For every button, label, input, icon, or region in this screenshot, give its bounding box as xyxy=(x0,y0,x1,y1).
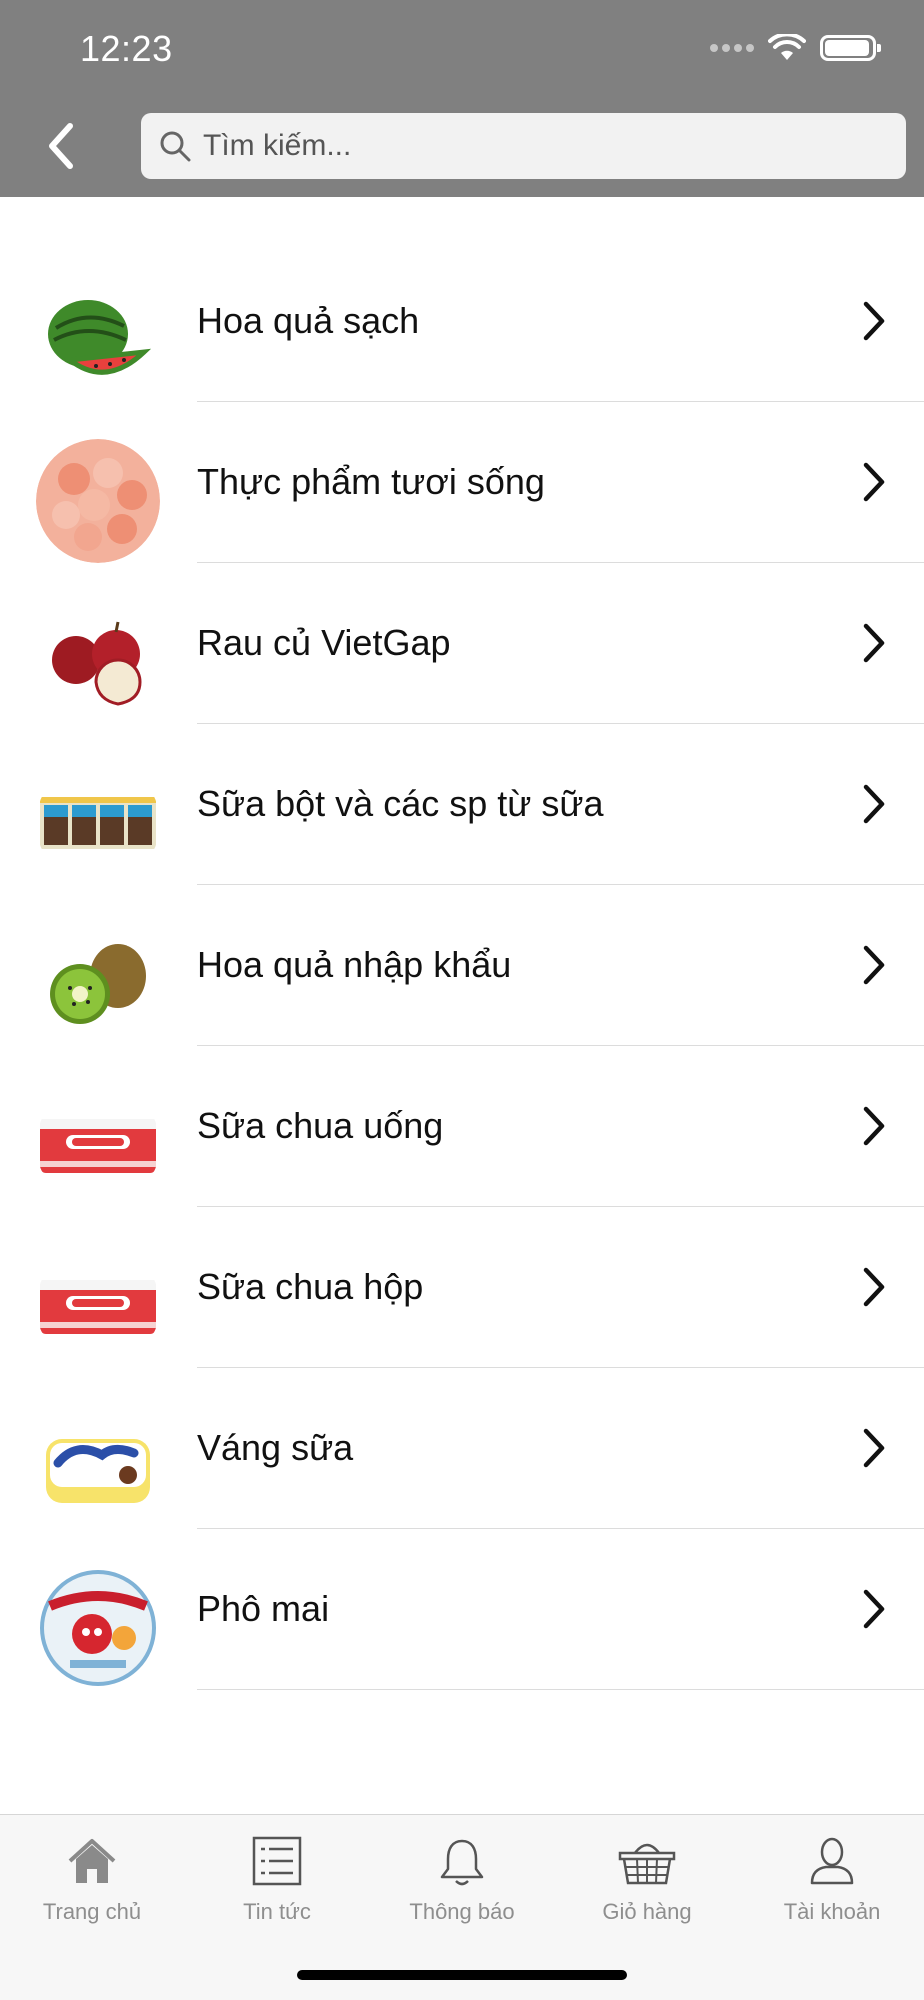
status-icons xyxy=(710,34,881,62)
category-label: Phô mai xyxy=(197,1588,330,1629)
tab-account[interactable]: Tài khoản xyxy=(740,1815,924,1935)
tab-label: Tài khoản xyxy=(783,1899,881,1924)
monte-dessert-image xyxy=(36,1405,160,1529)
chevron-right-icon xyxy=(863,1106,885,1146)
row-divider xyxy=(197,1206,924,1207)
category-row[interactable]: Phô mai xyxy=(0,1546,924,1707)
basket-icon xyxy=(618,1843,676,1885)
row-divider xyxy=(197,1689,924,1690)
row-divider xyxy=(197,723,924,724)
search-input[interactable] xyxy=(203,129,883,163)
status-time: 12:23 xyxy=(80,28,173,69)
row-divider xyxy=(197,1045,924,1046)
tab-label: Trang chủ xyxy=(42,1899,142,1924)
tab-news[interactable]: Tin tức xyxy=(185,1815,369,1935)
laughing-cow-cheese-image xyxy=(36,1566,160,1690)
category-label: Hoa quả sạch xyxy=(197,300,420,341)
row-divider xyxy=(197,1367,924,1368)
chevron-right-icon xyxy=(863,1428,885,1468)
category-row[interactable]: Hoa quả sạch xyxy=(0,258,924,419)
chevron-right-icon xyxy=(863,945,885,985)
betagen-bottles-image xyxy=(36,1244,160,1368)
category-label: Sữa bột và các sp từ sữa xyxy=(197,783,604,824)
category-row[interactable]: Sữa bột và các sp từ sữa xyxy=(0,741,924,902)
betagen-bottles-image xyxy=(36,1083,160,1207)
kiwi-image xyxy=(36,922,160,1046)
home-indicator xyxy=(297,1970,627,1980)
chevron-right-icon xyxy=(863,784,885,824)
category-label: Thực phẩm tươi sống xyxy=(197,461,545,502)
category-label: Sữa chua uống xyxy=(197,1105,444,1146)
tab-label: Thông báo xyxy=(409,1899,515,1924)
category-label: Hoa quả nhập khẩu xyxy=(197,944,512,985)
row-divider xyxy=(197,1528,924,1529)
chevron-right-icon xyxy=(863,1267,885,1307)
apples-image xyxy=(36,600,160,724)
search-icon xyxy=(160,131,191,162)
row-divider xyxy=(197,401,924,402)
wifi-icon xyxy=(768,34,806,60)
category-label: Sữa chua hộp xyxy=(197,1266,424,1307)
chevron-right-icon xyxy=(863,1589,885,1629)
category-label: Váng sữa xyxy=(197,1427,354,1468)
signal-icon xyxy=(710,44,754,52)
news-list-icon xyxy=(252,1836,302,1886)
tab-home[interactable]: Trang chủ xyxy=(0,1815,184,1935)
category-row[interactable]: Sữa chua uống xyxy=(0,1063,924,1224)
tab-notifications[interactable]: Thông báo xyxy=(370,1815,554,1935)
category-row[interactable]: Hoa quả nhập khẩu xyxy=(0,902,924,1063)
chevron-right-icon xyxy=(863,623,885,663)
category-list: Hoa quả sạch Thực phẩm tươi sống Rau củ … xyxy=(0,258,924,1707)
home-icon xyxy=(68,1839,116,1883)
milk-boxes-image xyxy=(36,761,160,885)
category-row[interactable]: Thực phẩm tươi sống xyxy=(0,419,924,580)
category-label: Rau củ VietGap xyxy=(197,622,451,663)
battery-icon xyxy=(820,35,881,61)
account-icon xyxy=(810,1837,854,1885)
watermelon-image xyxy=(36,278,160,402)
row-divider xyxy=(197,562,924,563)
chevron-right-icon xyxy=(863,462,885,502)
row-divider xyxy=(197,884,924,885)
category-row[interactable]: Sữa chua hộp xyxy=(0,1224,924,1385)
chevron-left-icon xyxy=(49,123,73,169)
top-header: 12:23 xyxy=(0,0,924,197)
category-row[interactable]: Váng sữa xyxy=(0,1385,924,1546)
shrimp-image xyxy=(36,439,160,563)
back-button[interactable] xyxy=(38,118,82,174)
chevron-right-icon xyxy=(863,301,885,341)
tab-cart[interactable]: Giỏ hàng xyxy=(555,1815,739,1935)
tab-label: Giỏ hàng xyxy=(602,1899,692,1924)
category-row[interactable]: Rau củ VietGap xyxy=(0,580,924,741)
search-bar[interactable] xyxy=(141,113,906,179)
bell-icon xyxy=(440,1839,484,1886)
tab-label: Tin tức xyxy=(243,1899,311,1924)
